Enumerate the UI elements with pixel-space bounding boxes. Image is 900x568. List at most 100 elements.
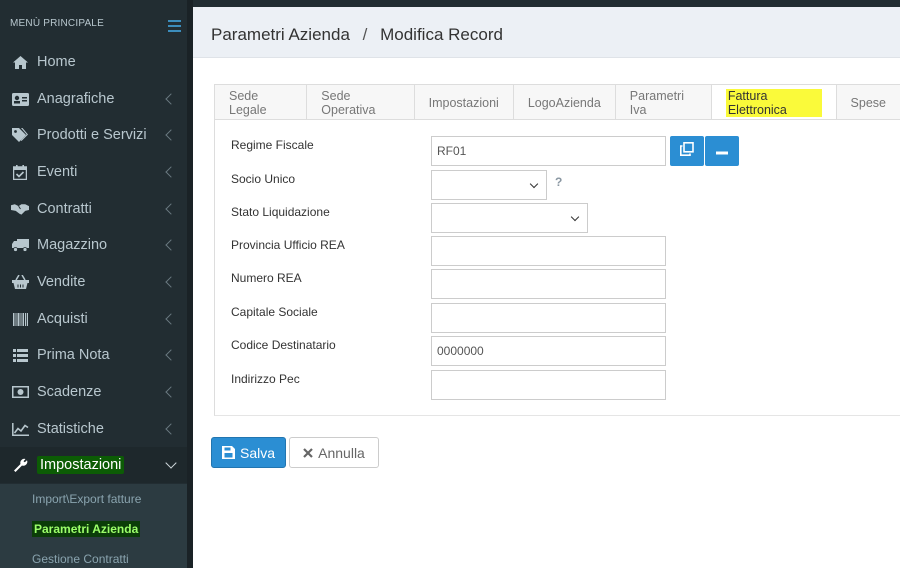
chevron-left-icon	[165, 93, 177, 105]
sidebar-item-anagrafiche[interactable]: Anagrafiche	[0, 81, 187, 117]
sidebar-subitem-label: Parametri Azienda	[32, 521, 141, 537]
chevron-left-icon	[165, 166, 177, 178]
help-icon[interactable]: ?	[555, 175, 562, 189]
chevron-down-icon	[529, 179, 539, 188]
close-icon	[303, 447, 313, 458]
top-bar	[193, 0, 900, 7]
stato-liquidazione-select[interactable]	[431, 203, 588, 233]
sidebar-item-label: Vendite	[37, 274, 86, 290]
main-content: Sede Legale Sede Operativa Impostazioni …	[193, 58, 900, 568]
sidebar-item-acquisti[interactable]: Acquisti	[0, 301, 187, 337]
sidebar-item-home[interactable]: Home	[0, 44, 187, 80]
cancel-button[interactable]: Annulla	[289, 437, 379, 468]
chevron-left-icon	[165, 239, 177, 251]
sidebar-item-label: Home	[37, 54, 76, 70]
sidebar-item-label: Eventi	[37, 164, 78, 180]
sidebar-item-contratti[interactable]: Contratti	[0, 191, 187, 227]
tab-spese[interactable]: Spese	[835, 84, 900, 120]
sidebar-item-magazzino[interactable]: Magazzino	[0, 227, 187, 263]
chevron-left-icon	[165, 423, 177, 435]
sidebar-header: MENÙ PRINCIPALE	[10, 18, 104, 29]
hamburger-menu-icon[interactable]	[168, 20, 181, 32]
sidebar-item-label: Contratti	[37, 201, 92, 217]
provincia-rea-input[interactable]	[431, 236, 666, 266]
save-button[interactable]: Salva	[211, 437, 286, 468]
tab-impostazioni[interactable]: Impostazioni	[413, 84, 514, 120]
chevron-left-icon	[165, 349, 177, 361]
socio-unico-select[interactable]	[431, 170, 547, 200]
sidebar-item-label: Anagrafiche	[37, 91, 115, 107]
tab-label: Sede Legale	[229, 88, 267, 117]
tab-parametri-iva[interactable]: Parametri Iva	[614, 84, 712, 120]
chevron-left-icon	[165, 313, 177, 325]
tab-label: LogoAzienda	[527, 95, 601, 110]
regime-fiscale-label: Regime Fiscale	[231, 138, 314, 152]
save-label: Salva	[239, 444, 276, 461]
sidebar-item-label: Impostazioni	[37, 456, 125, 474]
sidebar-item-vendite[interactable]: Vendite	[0, 264, 187, 300]
regime-fiscale-input[interactable]: RF01	[431, 136, 666, 166]
codice-destinatario-input[interactable]: 0000000	[431, 336, 666, 366]
capitale-sociale-label: Capitale Sociale	[231, 305, 318, 319]
sidebar-item-prima-nota[interactable]: Prima Nota	[0, 337, 187, 373]
chevron-left-icon	[165, 386, 177, 398]
chevron-down-icon	[570, 212, 580, 221]
chevron-down-icon	[165, 457, 177, 469]
page-title: Parametri Azienda / Modifica Record	[211, 25, 503, 45]
basket-icon	[11, 275, 29, 289]
sidebar-subitem-gestione-contratti[interactable]: Gestione Contratti	[0, 544, 187, 568]
tags-icon	[11, 128, 29, 142]
truck-icon	[11, 238, 29, 252]
sidebar-item-impostazioni[interactable]: Impostazioni	[0, 447, 187, 483]
sidebar-item-label: Statistiche	[37, 421, 104, 437]
codice-destinatario-label: Codice Destinatario	[231, 338, 336, 352]
indirizzo-pec-label: Indirizzo Pec	[231, 372, 300, 386]
floppy-disk-icon	[221, 446, 235, 459]
remove-button[interactable]	[705, 136, 739, 166]
tab-logo-azienda[interactable]: LogoAzienda	[512, 84, 616, 120]
sidebar-subitem-import-export[interactable]: Import\Export fatture	[0, 484, 187, 514]
tab-fattura-elettronica[interactable]: Fattura Elettronica	[710, 84, 837, 121]
numero-rea-input[interactable]	[431, 269, 666, 299]
id-card-icon	[11, 92, 29, 106]
indirizzo-pec-input[interactable]	[431, 370, 666, 400]
copy-button[interactable]	[670, 136, 704, 166]
stato-liquidazione-label: Stato Liquidazione	[231, 205, 330, 219]
sidebar-item-scadenze[interactable]: Scadenze	[0, 374, 187, 410]
tab-label: Sede Operativa	[321, 88, 376, 117]
chevron-left-icon	[165, 129, 177, 141]
breadcrumb-page: Modifica Record	[380, 25, 503, 44]
tab-sede-legale[interactable]: Sede Legale	[214, 84, 308, 120]
sidebar-item-prodotti[interactable]: Prodotti e Servizi	[0, 117, 187, 153]
sidebar-subitem-label: Gestione Contratti	[32, 552, 129, 566]
sidebar-item-label: Scadenze	[37, 384, 102, 400]
cancel-label: Annulla	[318, 444, 365, 461]
handshake-icon	[11, 202, 29, 216]
home-icon	[11, 55, 29, 69]
line-chart-icon	[11, 422, 29, 436]
money-icon	[11, 385, 29, 399]
list-icon	[11, 348, 29, 362]
tab-label: Spese	[850, 95, 886, 110]
wrench-icon	[11, 458, 29, 472]
numero-rea-label: Numero REA	[231, 271, 302, 285]
capitale-sociale-input[interactable]	[431, 303, 666, 333]
sidebar-subitem-parametri-azienda[interactable]: Parametri Azienda	[0, 514, 187, 544]
sidebar: MENÙ PRINCIPALE Home Anagrafiche Prodott…	[0, 0, 193, 568]
tab-bar: Sede Legale Sede Operativa Impostazioni …	[214, 84, 900, 121]
minus-icon	[716, 142, 728, 160]
chevron-left-icon	[165, 203, 177, 215]
tab-label: Fattura Elettronica	[725, 89, 822, 117]
sidebar-subitem-label: Import\Export fatture	[32, 492, 142, 506]
chevron-left-icon	[165, 276, 177, 288]
sidebar-item-label: Acquisti	[37, 311, 88, 327]
breadcrumb-section[interactable]: Parametri Azienda	[211, 25, 350, 44]
content-header: Parametri Azienda / Modifica Record	[193, 7, 900, 58]
sidebar-item-eventi[interactable]: Eventi	[0, 154, 187, 190]
sidebar-item-statistiche[interactable]: Statistiche	[0, 411, 187, 447]
provincia-rea-label: Provincia Ufficio REA	[231, 238, 345, 252]
tab-sede-operativa[interactable]: Sede Operativa	[306, 84, 415, 120]
breadcrumb-separator: /	[362, 25, 368, 44]
sidebar-item-label: Prima Nota	[37, 347, 110, 363]
barcode-icon	[11, 312, 29, 326]
